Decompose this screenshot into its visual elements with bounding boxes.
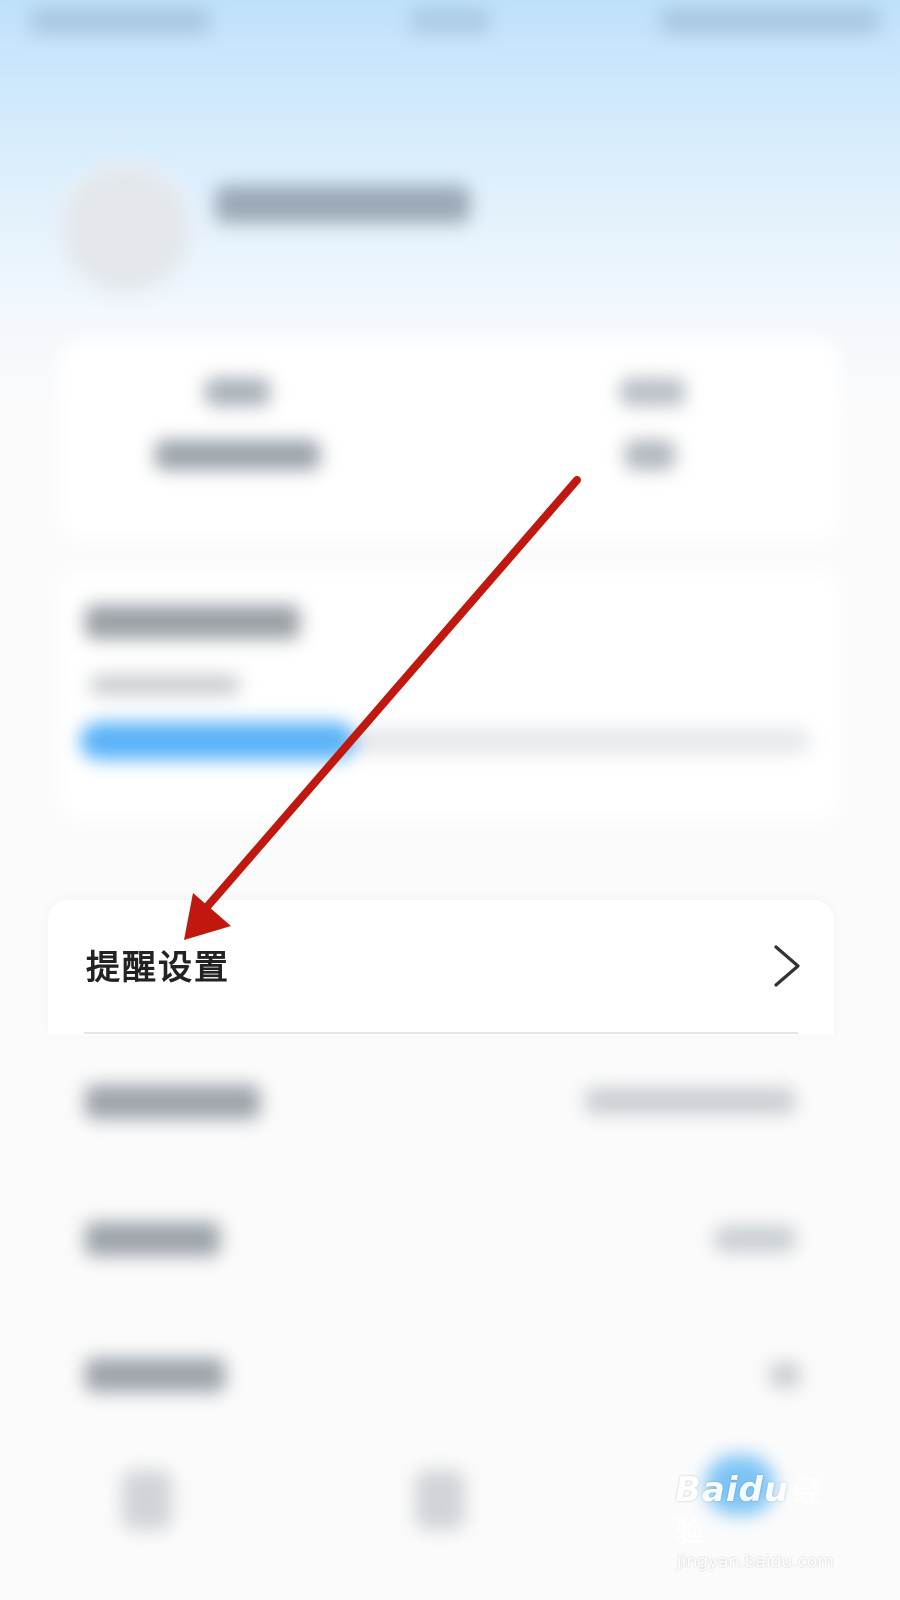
settings-row-2-label[interactable] [85, 1085, 260, 1119]
settings-row-4-label[interactable] [85, 1358, 225, 1392]
reminder-settings-label: 提醒设置 [86, 948, 230, 988]
status-bar-center [410, 8, 490, 34]
settings-row-3-value [715, 1226, 795, 1252]
stat-value-right [625, 440, 675, 470]
username-placeholder [215, 185, 470, 223]
watermark-url: jingyan.baidu.com [677, 1552, 834, 1572]
blurred-background-content [0, 0, 900, 1600]
status-bar-left [30, 8, 210, 34]
settings-row-2-value [585, 1088, 795, 1114]
tab-discover-icon[interactable] [415, 1470, 465, 1530]
progress-fill [80, 722, 355, 760]
stat-value-left [155, 440, 320, 470]
chevron-right-icon [774, 945, 800, 987]
watermark-brand: Baidu [675, 1470, 790, 1510]
progress-card-subtitle [90, 675, 240, 695]
avatar[interactable] [58, 160, 194, 296]
tab-home-icon[interactable] [122, 1470, 172, 1530]
baidu-jingyan-watermark: Baidu 经验 jingyan.baidu.com [675, 1470, 845, 1572]
stat-label-right [620, 378, 685, 406]
settings-row-4-value [770, 1362, 800, 1388]
progress-card-title [85, 605, 300, 639]
settings-row-3-label[interactable] [85, 1222, 220, 1256]
stat-label-left [205, 378, 270, 406]
reminder-settings-row[interactable]: 提醒设置 [48, 900, 834, 1035]
row-divider [84, 1032, 798, 1034]
status-bar-right [660, 8, 880, 34]
